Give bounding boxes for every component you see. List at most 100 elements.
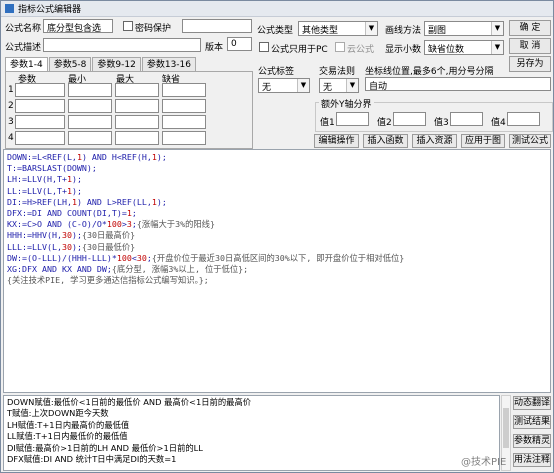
name-input[interactable]: 底分型包含选 [43, 19, 113, 33]
code-token: ); [71, 230, 82, 241]
code-token: 30 [61, 241, 72, 252]
code-line[interactable]: LL:=LLV(L,T+1); [7, 186, 547, 197]
formula-code-editor[interactable]: DOWN:=L<REF(L,1) AND H<REF(H,1); T:=BARSL… [3, 149, 551, 393]
coord-input[interactable]: 自动 [365, 77, 551, 91]
test-formula-button[interactable]: 测试公式 [509, 134, 551, 148]
param-wizard-button[interactable]: 参数精灵 [513, 434, 551, 448]
password-label: 密码保护 [135, 24, 172, 34]
param-1-name[interactable] [15, 83, 65, 97]
param-3-name[interactable] [15, 115, 65, 129]
translation-line: DFX赋值:DI AND 统计T日中满足DI的天数=1 [7, 454, 177, 465]
draw-label: 画线方法 [385, 26, 422, 36]
type-select[interactable]: 其他类型 ▼ [298, 21, 378, 36]
pc-only-label: 公式只用于PC [271, 45, 328, 55]
code-token: XG:DFX AND KX AND DW; [7, 264, 112, 275]
code-token: KX:=C>O AND (C-O)/O* [7, 219, 107, 230]
save-as-button[interactable]: 另存为 [509, 56, 551, 72]
param-3-min[interactable] [68, 115, 112, 129]
usage-notes-button[interactable]: 用法注释 [513, 453, 551, 467]
val3-input[interactable] [450, 112, 483, 126]
password-input[interactable] [182, 19, 252, 33]
dynamic-translate-button[interactable]: 动态翻译 [513, 396, 551, 410]
val1-input[interactable] [336, 112, 369, 126]
edit-ops-button[interactable]: 编辑操作 [314, 134, 359, 148]
param-3-default[interactable] [162, 115, 206, 129]
code-line[interactable]: DI:=H>REF(LH,1) AND L>REF(LL,1); [7, 197, 547, 208]
code-line[interactable]: T:=BARSLAST(DOWN); [7, 163, 547, 174]
coord-label: 坐标线位置,最多6个,用分号分隔 [365, 67, 494, 77]
code-token: {关注技术PIE, 学习更多通达信指标公式编写知识。}; [7, 275, 209, 286]
code-token: DFX:=DI AND COUNT(DI,T)= [7, 208, 127, 219]
pc-only-checkbox[interactable] [259, 42, 269, 52]
val4-input[interactable] [507, 112, 540, 126]
insert-function-button[interactable]: 插入函数 [363, 134, 408, 148]
code-token: T:=BARSLAST(DOWN); [7, 163, 97, 174]
apply-to-chart-button[interactable]: 应用于图 [461, 134, 505, 148]
param-4-name[interactable] [15, 131, 65, 145]
tab-params-5-8[interactable]: 参数5-8 [48, 57, 92, 72]
param-4-default[interactable] [162, 131, 206, 145]
confirm-button[interactable]: 确 定 [509, 20, 551, 36]
code-line[interactable]: XG:DFX AND KX AND DW;{底分型, 涨幅3%以上, 位于低位}… [7, 264, 547, 275]
code-line[interactable]: DFX:=DI AND COUNT(DI,T)=1; [7, 208, 547, 219]
desc-label: 公式描述 [5, 43, 42, 53]
insert-resource-button[interactable]: 插入资源 [412, 134, 457, 148]
param-2-name[interactable] [15, 99, 65, 113]
window-title: 指标公式编辑器 [18, 5, 82, 15]
desc-input[interactable] [43, 38, 201, 52]
param-2-default[interactable] [162, 99, 206, 113]
decimals-select[interactable]: 缺省位数 ▼ [424, 40, 504, 55]
code-line[interactable]: KX:=C>O AND (C-O)/O*100>3;{涨幅大于3%的阳线} [7, 219, 547, 230]
decimals-select-value: 缺省位数 [428, 45, 465, 55]
val2-input[interactable] [393, 112, 426, 126]
tab-params-13-16[interactable]: 参数13-16 [141, 57, 196, 72]
code-line[interactable]: {关注技术PIE, 学习更多通达信指标公式编写知识。}; [7, 275, 547, 286]
param-1-min[interactable] [68, 83, 112, 97]
code-token: {30日最高价} [81, 230, 136, 241]
yaxis-label: 额外Y轴分界 [319, 97, 374, 110]
code-token: 30 [136, 252, 147, 263]
cancel-button[interactable]: 取 消 [509, 38, 551, 54]
decimals-label: 显示小数 [385, 45, 422, 55]
draw-select[interactable]: 副图 ▼ [424, 21, 504, 36]
version-input[interactable]: 0 [227, 37, 252, 51]
code-token: LLL:=LLV(L, [7, 241, 62, 252]
param-4-min[interactable] [68, 131, 112, 145]
code-line[interactable]: DW:=(O-LLL)/(HHH-LLL)*100<30;{开盘价位于最近30日… [7, 253, 547, 264]
chevron-down-icon: ▼ [365, 22, 377, 35]
param-3-max[interactable] [115, 115, 159, 129]
code-token: ) AND H<REF(H, [81, 152, 152, 162]
code-token: ); [156, 196, 167, 207]
param-panel: 参数 最小 最大 缺省 1 2 3 4 [5, 71, 253, 149]
code-token: LL:=LLV(L,T+ [7, 185, 67, 196]
param-2-min[interactable] [68, 99, 112, 113]
code-token: {底分型, 涨幅3%以上, 位于低位}; [111, 264, 249, 275]
code-token: ); [71, 185, 82, 196]
code-token: 100 [116, 252, 132, 263]
formula-editor-window: 指标公式编辑器 公式名称 底分型包含选 密码保护 公式类型 其他类型 ▼ 画线方… [0, 0, 554, 473]
code-line[interactable]: HHH:=HHV(H,30);{30日最高价} [7, 230, 547, 241]
cloud-checkbox[interactable] [335, 42, 345, 52]
password-checkbox[interactable] [123, 21, 133, 31]
scrollbar-thumb[interactable] [503, 408, 509, 448]
param-4-max[interactable] [115, 131, 159, 145]
translation-line: LL赋值:T+1日内最低价的最低值 [7, 431, 128, 442]
tab-params-9-12[interactable]: 参数9-12 [92, 57, 141, 72]
param-1-max[interactable] [115, 83, 159, 97]
rule-select[interactable]: 无 ▼ [319, 78, 359, 93]
code-token: ); [71, 174, 82, 185]
test-result-button[interactable]: 测试结果 [513, 415, 551, 429]
code-token: HHH:=HHV(H, [7, 230, 62, 241]
param-1-default[interactable] [162, 83, 206, 97]
translation-line: DOWN赋值:最低价<1日前的最低价 AND 最高价<1日前的最高价 [7, 397, 252, 407]
code-line[interactable]: LLL:=LLV(L,30);{30日最低价} [7, 242, 547, 253]
chevron-down-icon: ▼ [346, 79, 358, 92]
code-token: {30日最低价} [81, 241, 136, 252]
code-line[interactable]: DOWN:=L<REF(L,1) AND H<REF(H,1); [7, 152, 547, 163]
translation-line: DI赋值:最高价>1日前的LH AND 最低价>1日前的LL [7, 442, 203, 453]
param-2-max[interactable] [115, 99, 159, 113]
tag-select[interactable]: 无 ▼ [258, 78, 310, 93]
code-line[interactable]: LH:=LLV(H,T+1); [7, 174, 547, 185]
val3-label: 值3 [434, 118, 449, 128]
val4-label: 值4 [491, 118, 506, 128]
